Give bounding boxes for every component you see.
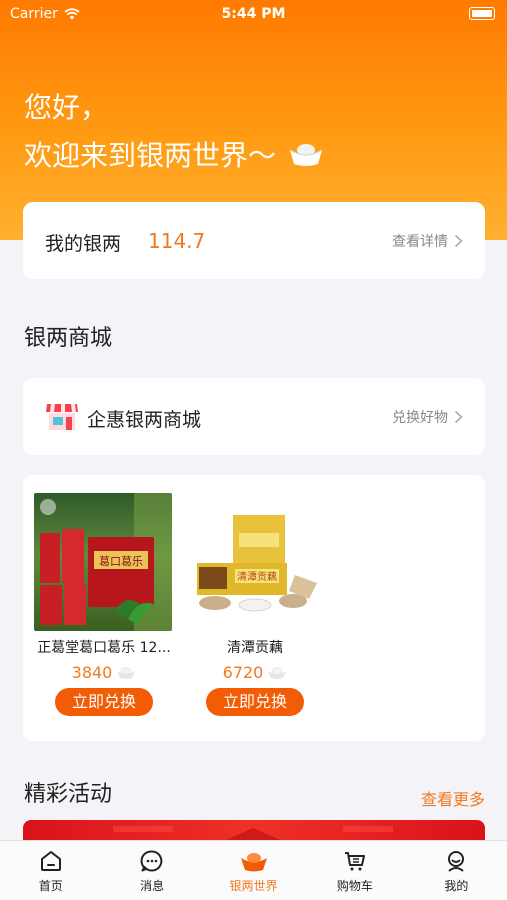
greeting-hello: 您好， <box>24 91 109 124</box>
redeem-button[interactable]: 立即兑换 <box>55 688 153 716</box>
tab-label: 消息 <box>140 879 165 893</box>
view-more-link[interactable]: 查看更多 <box>421 786 485 810</box>
tab-bar: 首页 消息 银两世界 购物车 我的 <box>0 840 507 900</box>
tab-profile[interactable]: 我的 <box>406 841 507 900</box>
tab-label: 首页 <box>38 879 63 893</box>
tab-home[interactable]: 首页 <box>0 841 101 900</box>
enterprise-mall-label: 企惠银两商城 <box>87 409 202 431</box>
product-name: 正葛堂葛口葛乐 12... <box>37 640 171 656</box>
silver-ingot-icon <box>240 853 267 872</box>
tab-messages[interactable]: 消息 <box>101 841 202 900</box>
tab-label: 购物车 <box>336 879 373 893</box>
product-card[interactable]: 葛口葛乐 正葛堂葛口葛乐 12... 3840 立即兑换 <box>34 493 174 716</box>
chevron-right-icon <box>454 410 463 424</box>
shop-icon <box>46 404 78 430</box>
status-bar: Carrier 5:44 PM <box>0 0 507 30</box>
product-image-caption: 葛口葛乐 <box>99 555 143 568</box>
view-details-link[interactable]: 查看详情 <box>392 231 463 251</box>
redeem-button[interactable]: 立即兑换 <box>206 688 304 716</box>
product-image-caption: 清潭贡藕 <box>237 570 277 583</box>
profile-icon <box>448 851 465 872</box>
clock: 5:44 PM <box>221 6 286 22</box>
tab-silver-world[interactable]: 银两世界 <box>203 841 304 900</box>
battery-icon <box>469 7 495 20</box>
my-silver-label: 我的银两 <box>45 233 122 255</box>
product-list: 葛口葛乐 正葛堂葛口葛乐 12... 3840 立即兑换 清潭贡藕 清潭贡藕 6… <box>23 475 485 741</box>
enterprise-mall-card[interactable]: 企惠银两商城 兑换好物 <box>23 378 485 455</box>
product-image-qingtan-lotus[interactable]: 清潭贡藕 <box>185 493 323 631</box>
product-price: 6720 <box>185 663 325 682</box>
product-card[interactable]: 清潭贡藕 清潭贡藕 6720 立即兑换 <box>185 493 325 716</box>
my-silver-balance: 114.7 <box>148 229 206 253</box>
activities-section-title: 精彩活动 <box>24 782 113 807</box>
chevron-right-icon <box>454 234 463 248</box>
exchange-goods-link[interactable]: 兑换好物 <box>392 407 463 427</box>
product-price-value: 3840 <box>71 663 113 682</box>
cart-icon <box>344 852 365 871</box>
view-details-label: 查看详情 <box>392 234 448 250</box>
greeting-welcome: 欢迎来到银两世界～ <box>24 134 324 174</box>
tab-label: 银两世界 <box>229 879 278 893</box>
tab-label: 我的 <box>444 879 469 893</box>
silver-ingot-icon <box>268 666 287 679</box>
product-price-value: 6720 <box>222 663 264 682</box>
home-icon <box>40 851 61 871</box>
tab-cart[interactable]: 购物车 <box>304 841 405 900</box>
silver-ingot-icon <box>289 144 323 166</box>
exchange-goods-label: 兑换好物 <box>392 410 448 426</box>
product-price: 3840 <box>34 663 174 682</box>
product-name: 清潭贡藕 <box>227 640 283 656</box>
message-icon <box>140 850 163 872</box>
silver-ingot-icon <box>117 666 136 679</box>
product-image-gegekele[interactable]: 葛口葛乐 <box>34 493 172 631</box>
greeting-welcome-text: 欢迎来到银两世界～ <box>24 139 277 172</box>
mall-section-title: 银两商城 <box>24 326 113 351</box>
my-silver-card[interactable]: 我的银两 114.7 查看详情 <box>23 202 485 279</box>
